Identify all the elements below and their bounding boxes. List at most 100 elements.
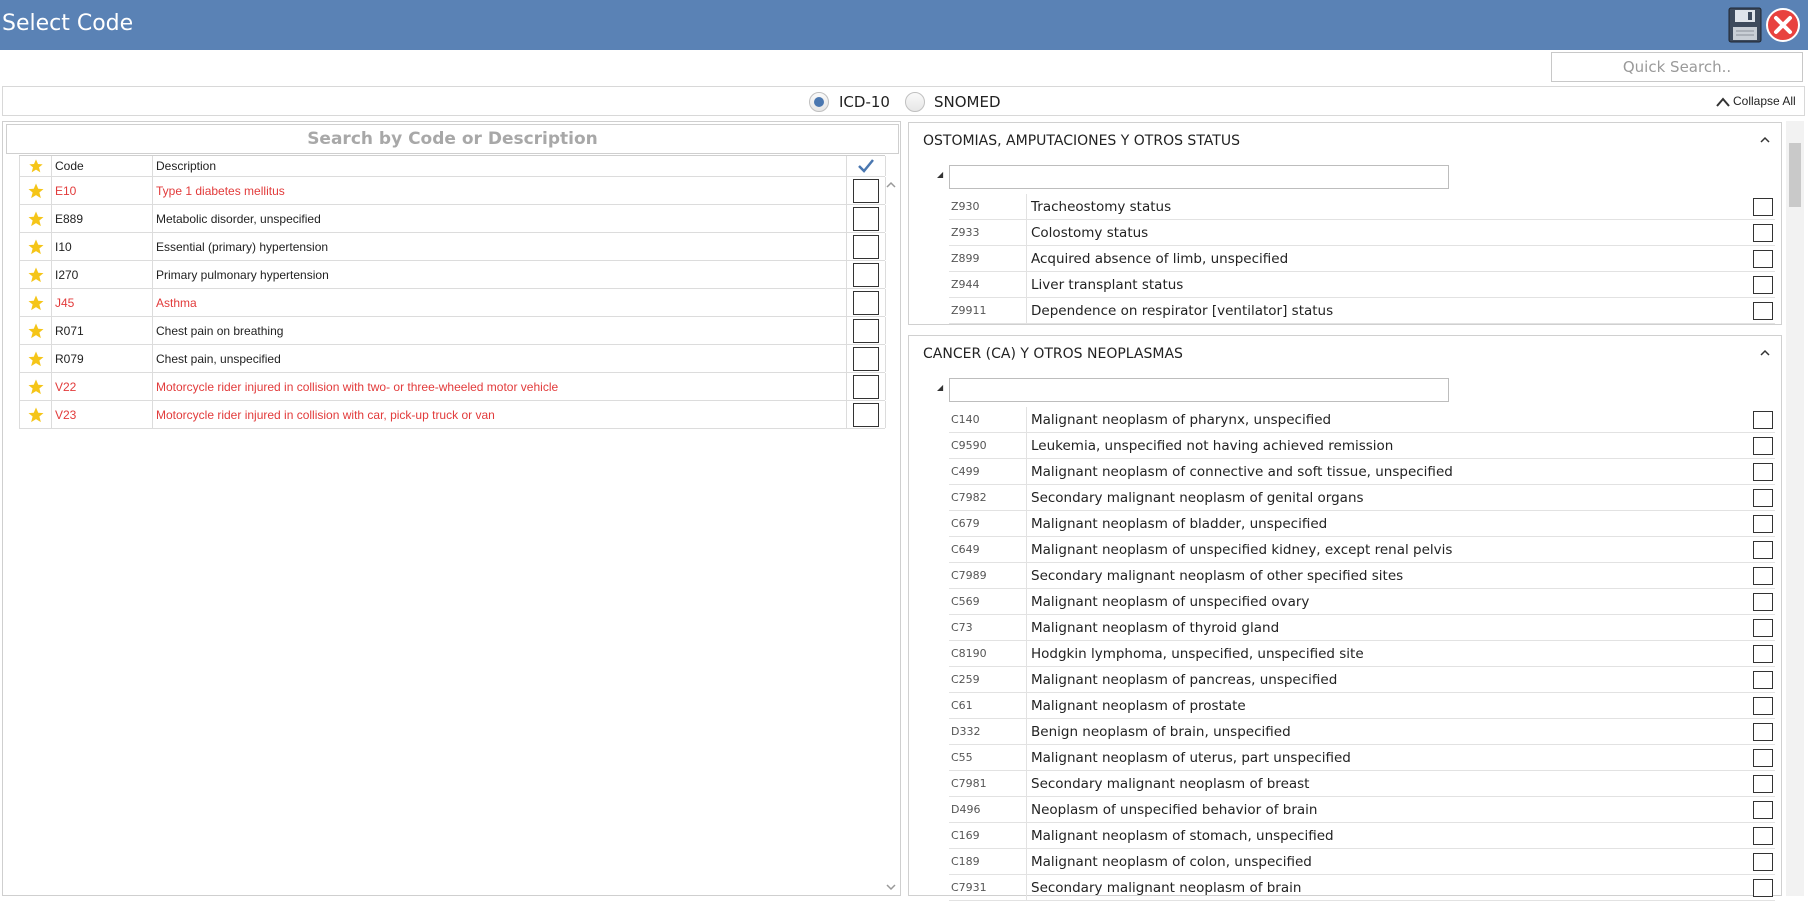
row-checkbox[interactable]: [853, 290, 879, 315]
list-item[interactable]: Z944 Liver transplant status: [949, 272, 1775, 298]
list-item[interactable]: D332 Benign neoplasm of brain, unspecifie…: [949, 719, 1775, 745]
favorite-star[interactable]: [19, 205, 51, 232]
list-item[interactable]: C259 Malignant neoplasm of pancreas, unsp…: [949, 667, 1775, 693]
row-checkbox[interactable]: [853, 178, 879, 203]
list-item[interactable]: C9590 Leukemia, unspecified not having ac…: [949, 433, 1775, 459]
table-row[interactable]: V23 Motorcycle rider injured in collision…: [19, 401, 886, 429]
row-checkbox[interactable]: [1753, 463, 1773, 481]
table-row[interactable]: I270 Primary pulmonary hypertension: [19, 261, 886, 289]
favorite-star[interactable]: [19, 233, 51, 260]
row-checkbox[interactable]: [1753, 853, 1773, 871]
row-checkbox[interactable]: [853, 374, 879, 399]
row-checkbox[interactable]: [1753, 411, 1773, 429]
row-checkbox[interactable]: [1753, 879, 1773, 897]
list-item[interactable]: C649 Malignant neoplasm of unspecified ki…: [949, 537, 1775, 563]
row-checkbox[interactable]: [1753, 224, 1773, 242]
row-checkbox[interactable]: [853, 346, 879, 371]
row-checkbox[interactable]: [1753, 697, 1773, 715]
list-item[interactable]: C169 Malignant neoplasm of stomach, unspe…: [949, 823, 1775, 849]
radio-icd10[interactable]: [809, 92, 829, 112]
list-item[interactable]: Z930 Tracheostomy status: [949, 194, 1775, 220]
row-checkbox[interactable]: [1753, 593, 1773, 611]
list-item[interactable]: Z899 Acquired absence of limb, unspecifie…: [949, 246, 1775, 272]
list-item[interactable]: C55 Malignant neoplasm of uterus, part un…: [949, 745, 1775, 771]
list-item[interactable]: C73 Malignant neoplasm of thyroid gland: [949, 615, 1775, 641]
favorite-star[interactable]: [19, 345, 51, 372]
table-row[interactable]: I10 Essential (primary) hypertension: [19, 233, 886, 261]
group-title[interactable]: OSTOMIAS, AMPUTACIONES Y OTROS STATUS: [923, 133, 1240, 149]
group-filter-input[interactable]: [949, 378, 1449, 402]
list-item[interactable]: C7982 Secondary malignant neoplasm of gen…: [949, 485, 1775, 511]
list-item[interactable]: C140 Malignant neoplasm of pharynx, unspe…: [949, 407, 1775, 433]
row-checkbox[interactable]: [1753, 619, 1773, 637]
chevron-up-icon[interactable]: [1759, 348, 1771, 358]
row-checkbox[interactable]: [1753, 198, 1773, 216]
list-item[interactable]: C499 Malignant neoplasm of connective and…: [949, 459, 1775, 485]
filter-expand-icon[interactable]: ◢: [937, 170, 943, 179]
row-checkbox[interactable]: [1753, 801, 1773, 819]
row-checkbox[interactable]: [1753, 645, 1773, 663]
filter-expand-icon[interactable]: ◢: [937, 383, 943, 392]
table-row[interactable]: R071 Chest pain on breathing: [19, 317, 886, 345]
row-checkbox[interactable]: [1753, 749, 1773, 767]
row-checkbox[interactable]: [1753, 827, 1773, 845]
table-row[interactable]: R079 Chest pain, unspecified: [19, 345, 886, 373]
radio-snomed-label[interactable]: SNOMED: [934, 93, 1001, 111]
row-checkbox[interactable]: [1753, 671, 1773, 689]
favorite-star[interactable]: [19, 261, 51, 288]
row-checkbox[interactable]: [1753, 541, 1773, 559]
row-checkbox[interactable]: [1753, 515, 1773, 533]
star-column-header[interactable]: [19, 156, 51, 176]
scrollbar-thumb[interactable]: [1789, 143, 1801, 207]
table-row[interactable]: E10 Type 1 diabetes mellitus: [19, 177, 886, 205]
list-item[interactable]: C679 Malignant neoplasm of bladder, unspe…: [949, 511, 1775, 537]
select-column-header[interactable]: [846, 156, 886, 176]
row-checkbox[interactable]: [853, 262, 879, 287]
chevron-up-icon[interactable]: [1759, 135, 1771, 145]
list-item[interactable]: C569 Malignant neoplasm of unspecified ov…: [949, 589, 1775, 615]
radio-snomed[interactable]: [905, 92, 925, 112]
list-item[interactable]: Z9911 Dependence on respirator [ventilato…: [949, 298, 1775, 324]
description-column-header[interactable]: Description: [152, 156, 846, 176]
list-item[interactable]: D496 Neoplasm of unspecified behavior of …: [949, 797, 1775, 823]
row-checkbox[interactable]: [1753, 489, 1773, 507]
group-filter-input[interactable]: [949, 165, 1449, 189]
row-checkbox[interactable]: [1753, 250, 1773, 268]
row-checkbox[interactable]: [1753, 723, 1773, 741]
favorite-star[interactable]: [19, 317, 51, 344]
group-title[interactable]: CANCER (CA) Y OTROS NEOPLASMAS: [923, 346, 1183, 362]
list-item[interactable]: C7981 Secondary malignant neoplasm of bre…: [949, 771, 1775, 797]
row-checkbox[interactable]: [1753, 437, 1773, 455]
row-checkbox[interactable]: [853, 402, 879, 427]
quick-search-input[interactable]: Quick Search..: [1551, 52, 1803, 82]
favorites-search-input[interactable]: Search by Code or Description: [6, 124, 899, 154]
row-checkbox[interactable]: [1753, 302, 1773, 320]
favorites-scrollbar[interactable]: [883, 178, 899, 894]
save-button[interactable]: [1728, 7, 1762, 43]
list-item[interactable]: C7931 Secondary malignant neoplasm of bra…: [949, 875, 1775, 901]
list-item[interactable]: C7989 Secondary malignant neoplasm of oth…: [949, 563, 1775, 589]
collapse-all-button[interactable]: Collapse All: [1715, 94, 1796, 108]
row-checkbox[interactable]: [853, 318, 879, 343]
table-row[interactable]: J45 Asthma: [19, 289, 886, 317]
close-button[interactable]: [1766, 8, 1800, 42]
favorite-star[interactable]: [19, 289, 51, 316]
list-item[interactable]: C61 Malignant neoplasm of prostate: [949, 693, 1775, 719]
table-row[interactable]: E889 Metabolic disorder, unspecified: [19, 205, 886, 233]
row-checkbox[interactable]: [1753, 567, 1773, 585]
code-column-header[interactable]: Code: [51, 156, 152, 176]
table-row[interactable]: V22 Motorcycle rider injured in collision…: [19, 373, 886, 401]
row-checkbox[interactable]: [853, 206, 879, 231]
favorite-star[interactable]: [19, 177, 51, 204]
list-item[interactable]: C189 Malignant neoplasm of colon, unspeci…: [949, 849, 1775, 875]
groups-scrollbar[interactable]: [1786, 121, 1804, 896]
radio-icd10-label[interactable]: ICD-10: [839, 93, 890, 111]
row-checkbox[interactable]: [1753, 276, 1773, 294]
code-cell: R079: [51, 345, 152, 372]
list-item[interactable]: C8190 Hodgkin lymphoma, unspecified, unsp…: [949, 641, 1775, 667]
favorite-star[interactable]: [19, 373, 51, 400]
row-checkbox[interactable]: [853, 234, 879, 259]
favorite-star[interactable]: [19, 401, 51, 428]
row-checkbox[interactable]: [1753, 775, 1773, 793]
list-item[interactable]: Z933 Colostomy status: [949, 220, 1775, 246]
